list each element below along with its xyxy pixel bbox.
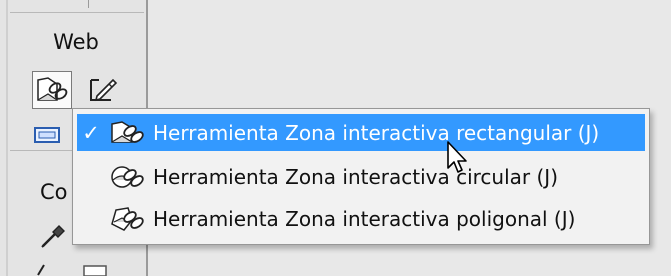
eyedropper-icon [41, 225, 65, 248]
slice-tool-button[interactable] [82, 71, 122, 109]
pencil-icon [37, 264, 45, 276]
section-label-colors: Co [40, 180, 68, 204]
menu-item-label: Herramienta Zona interactiva circular (J… [153, 164, 558, 189]
section-label-web: Web [53, 30, 99, 54]
menu-item-label: Herramienta Zona interactiva poligonal (… [153, 206, 576, 231]
stroke-color-button[interactable] [34, 262, 58, 276]
hotspot-tool-button[interactable] [32, 71, 72, 109]
hotspot-tool-icon [37, 77, 68, 101]
menu-item-rectangle-hotspot[interactable]: ✓ Herramienta Zona interactiva rectangul… [77, 114, 645, 151]
rectangle-hotspot-icon [105, 118, 151, 148]
circle-hotspot-icon [105, 162, 151, 192]
polygon-hotspot-icon [105, 204, 151, 234]
slice-tool-icon [90, 78, 118, 102]
eyedropper-tool-button[interactable] [34, 216, 74, 254]
hide-hotspots-button[interactable] [32, 124, 62, 146]
menu-item-polygon-hotspot[interactable]: Herramienta Zona interactiva poligonal (… [77, 200, 645, 237]
mouse-pointer-icon [447, 141, 467, 173]
menu-item-circle-hotspot[interactable]: Herramienta Zona interactiva circular (J… [77, 158, 645, 195]
fill-color-button[interactable] [82, 262, 108, 276]
color-swatch-icon [83, 265, 107, 276]
section-divider [10, 12, 144, 13]
panel-divider [88, 0, 89, 8]
hotspot-tool-menu: ✓ Herramienta Zona interactiva rectangul… [72, 108, 650, 245]
menu-item-label: Herramienta Zona interactiva rectangular… [153, 120, 600, 145]
check-icon: ✓ [82, 120, 100, 145]
panel-edge [6, 0, 8, 276]
hotspot-overlay-icon [34, 127, 60, 143]
